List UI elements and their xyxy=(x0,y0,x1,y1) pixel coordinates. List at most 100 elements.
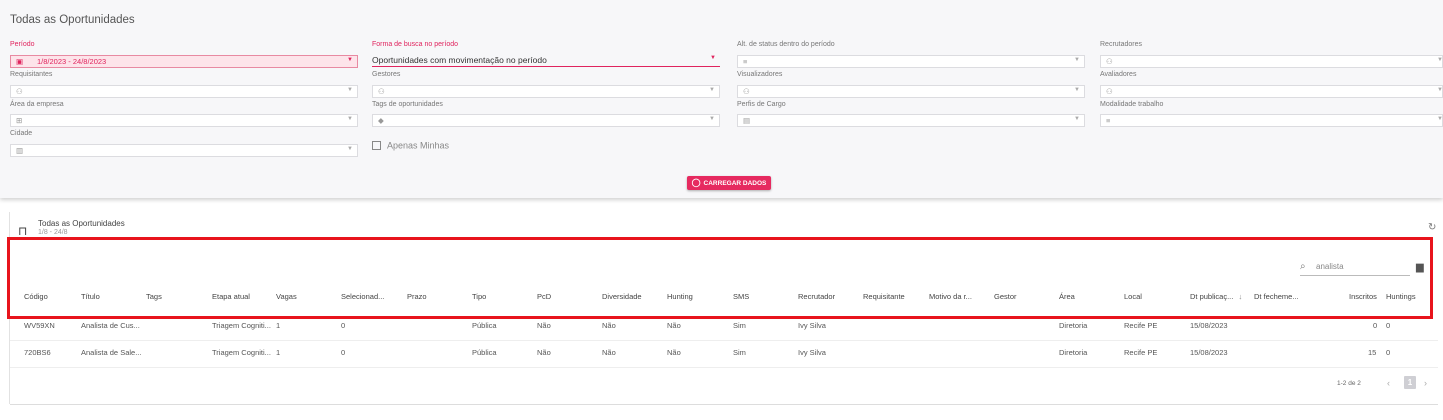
sort-desc-icon: ↓ xyxy=(1238,292,1243,301)
recrutadores-select[interactable]: ⚇ ▼ xyxy=(1100,55,1443,68)
col-header-tags[interactable]: Tags xyxy=(146,292,162,301)
avaliadores-select[interactable]: ⚇ ▼ xyxy=(1100,85,1443,98)
col-header-inscritos[interactable]: Inscritos xyxy=(1349,292,1377,301)
cell-diversidade: Não xyxy=(602,348,616,357)
cell-vagas: 1 xyxy=(276,321,281,330)
col-header-dt-fechamento[interactable]: Dt fecheme... xyxy=(1254,292,1299,301)
chevron-right-icon[interactable]: › xyxy=(1424,378,1427,388)
people-icon: ⚇ xyxy=(1106,87,1113,96)
chevron-down-icon: ▼ xyxy=(1437,57,1443,63)
col-header-etapa[interactable]: Etapa atual xyxy=(212,292,250,301)
requisitantes-select[interactable]: ⚇ ▼ xyxy=(10,85,358,98)
visualizadores-select[interactable]: ⚇ ▼ xyxy=(737,85,1085,98)
filter-label-requisitantes: Requisitantes xyxy=(10,71,53,78)
forma-busca-select[interactable]: Oportunidades com movimentação no períod… xyxy=(372,54,720,67)
list-subtitle: 1/8 - 24/8 xyxy=(38,229,68,236)
col-header-pcd[interactable]: PcD xyxy=(537,292,551,301)
col-header-local[interactable]: Local xyxy=(1124,292,1142,301)
col-header-dt-publicacao[interactable]: Dt publicaç... ↓ xyxy=(1190,292,1242,301)
perfis-select[interactable]: ▤ ▼ xyxy=(737,114,1085,127)
cell-area: Diretoria xyxy=(1059,348,1088,357)
col-header-area[interactable]: Área xyxy=(1059,292,1075,301)
col-header-motivo[interactable]: Motivo da r... xyxy=(929,292,972,301)
people-icon: ⚇ xyxy=(378,87,385,96)
chevron-down-icon: ▼ xyxy=(709,116,715,122)
search-input[interactable]: analista xyxy=(1316,262,1344,271)
cell-titulo[interactable]: Analista de Sale... xyxy=(81,348,141,357)
chevron-down-icon: ▼ xyxy=(710,55,716,61)
filter-label-recrutadores: Recrutadores xyxy=(1100,41,1143,48)
id-card-icon: ▤ xyxy=(743,116,751,125)
chevron-left-icon[interactable]: ‹ xyxy=(1387,378,1390,388)
cell-area: Diretoria xyxy=(1059,321,1088,330)
area-empresa-select[interactable]: ⊞ ▼ xyxy=(10,114,358,127)
col-header-vagas[interactable]: Vagas xyxy=(276,292,297,301)
cell-hunting: Não xyxy=(667,321,681,330)
tags-select[interactable]: ◆ ▼ xyxy=(372,114,720,127)
page-button[interactable]: 1 xyxy=(1404,376,1416,389)
cidade-select[interactable]: ▥ ▼ xyxy=(10,144,358,157)
cell-titulo[interactable]: Analista de Cus... xyxy=(81,321,140,330)
chevron-down-icon: ▼ xyxy=(347,87,353,93)
apenas-minhas-label: Apenas Minhas xyxy=(387,140,450,151)
col-header-requisitante[interactable]: Requisitante xyxy=(863,292,905,301)
cell-hunting: Não xyxy=(667,348,681,357)
filter-label-area-empresa: Área da empresa xyxy=(10,101,64,108)
col-header-huntings[interactable]: Huntings xyxy=(1386,292,1416,301)
cell-inscritos: 15 xyxy=(1368,348,1377,357)
cell-pcd: Não xyxy=(537,348,551,357)
cell-sms: Sim xyxy=(733,321,746,330)
periodo-select[interactable]: ▣ 1/8/2023 - 24/8/2023 ▼ xyxy=(10,55,358,68)
col-header-prazo[interactable]: Prazo xyxy=(407,292,427,301)
col-header-gestor[interactable]: Gestor xyxy=(994,292,1017,301)
refresh-icon: ◯ xyxy=(691,178,701,187)
col-header-hunting[interactable]: Hunting xyxy=(667,292,693,301)
col-header-selecionados[interactable]: Selecionad... xyxy=(341,292,384,301)
cell-selecionados: 0 xyxy=(341,321,346,330)
chevron-down-icon: ▼ xyxy=(347,146,353,152)
cell-codigo[interactable]: WV59XN xyxy=(24,321,55,330)
filters-panel: Todas as Oportunidades Período ▣ 1/8/202… xyxy=(0,0,1443,198)
chevron-down-icon: ▼ xyxy=(1437,87,1443,93)
filter-label-periodo: Período xyxy=(10,41,35,48)
highlight-box xyxy=(7,237,1433,319)
col-header-titulo[interactable]: Título xyxy=(81,292,100,301)
save-icon[interactable]: ▆ xyxy=(1416,262,1424,273)
chevron-down-icon: ▼ xyxy=(1074,57,1080,63)
people-icon: ⚇ xyxy=(1106,57,1113,66)
carregar-dados-button[interactable]: ◯ CARREGAR DADOS xyxy=(687,176,771,190)
chevron-down-icon: ▼ xyxy=(347,57,353,63)
filter-label-tags: Tags de oportunidades xyxy=(372,101,443,108)
chevron-down-icon: ▼ xyxy=(1074,87,1080,93)
cell-selecionados: 0 xyxy=(341,348,346,357)
col-header-tipo[interactable]: Tipo xyxy=(472,292,486,301)
cell-sms: Sim xyxy=(733,348,746,357)
pagination-range: 1-2 de 2 xyxy=(1337,380,1361,387)
cell-vagas: 1 xyxy=(276,348,281,357)
search-icon: ⌕ xyxy=(1300,261,1306,272)
checkbox-box[interactable] xyxy=(372,141,381,151)
chevron-down-icon: ▼ xyxy=(709,87,715,93)
chevron-down-icon: ▼ xyxy=(1074,116,1080,122)
cell-local: Recife PE xyxy=(1124,321,1158,330)
alt-status-select[interactable]: ≡ ▼ xyxy=(737,55,1085,68)
modalidade-select[interactable]: ≡ ▼ xyxy=(1100,114,1443,127)
cell-huntings: 0 xyxy=(1386,321,1391,330)
col-header-recrutador[interactable]: Recrutador xyxy=(798,292,835,301)
cell-recrutador: Ivy Silva xyxy=(798,321,826,330)
cell-etapa: Triagem Cogniti... xyxy=(212,348,271,357)
cell-dt-publicacao: 15/08/2023 xyxy=(1190,348,1228,357)
col-header-sms[interactable]: SMS xyxy=(733,292,749,301)
filter-label-forma-busca: Forma de busca no período xyxy=(372,41,458,48)
apenas-minhas-checkbox[interactable]: Apenas Minhas xyxy=(372,140,449,152)
people-icon: ⚇ xyxy=(743,87,750,96)
search-field[interactable]: ⌕ analista xyxy=(1300,261,1410,276)
cell-codigo[interactable]: 720BS6 xyxy=(24,348,51,357)
gestores-select[interactable]: ⚇ ▼ xyxy=(372,85,720,98)
col-header-codigo[interactable]: Código xyxy=(24,292,48,301)
list-icon: ≡ xyxy=(743,57,748,66)
col-header-diversidade[interactable]: Diversidade xyxy=(602,292,642,301)
calendar-icon: ▣ xyxy=(16,57,24,66)
refresh-icon[interactable]: ↻ xyxy=(1428,222,1436,233)
chevron-down-icon: ▼ xyxy=(1437,116,1443,122)
